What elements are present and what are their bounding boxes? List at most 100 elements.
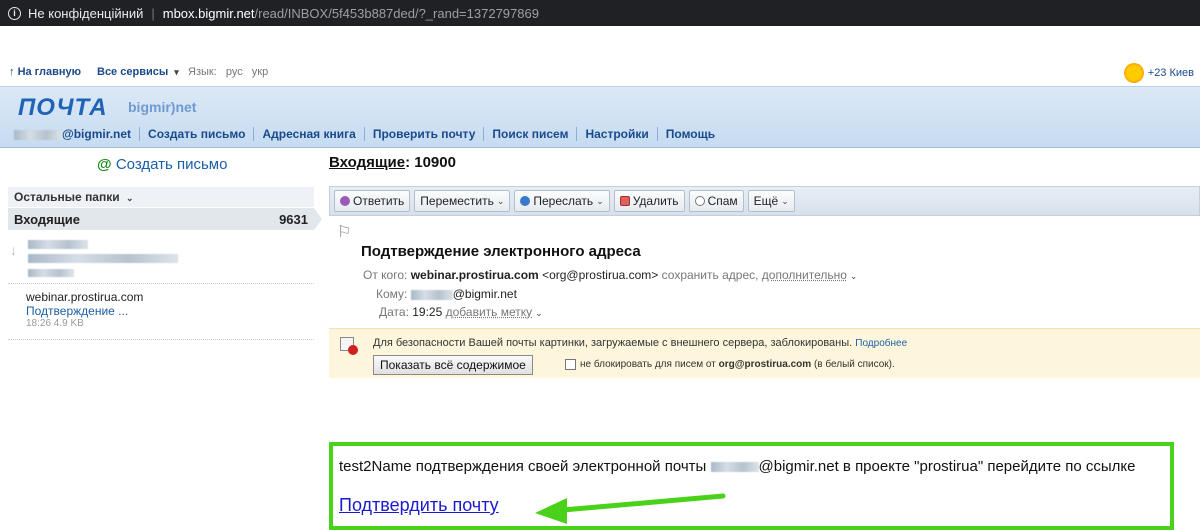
chevron-down-icon: ▾ (174, 67, 179, 77)
url-path: /read/INBOX/5f453b887ded/?_rand=13727978… (254, 5, 539, 21)
home-link-label: На главную (17, 66, 82, 78)
to-suffix: @bigmir.net (452, 287, 517, 301)
other-folders-label: Остальные папки (14, 190, 120, 204)
info-icon[interactable]: i (8, 6, 21, 20)
message-view: ⚐ Подтверждение электронного адреса От к… (329, 216, 1200, 530)
images-blocked-banner: Для безопасности Вашей почты картинки, з… (329, 328, 1200, 378)
language-uk[interactable]: укр (252, 66, 268, 78)
chevron-down-icon: ⌄ (781, 195, 789, 206)
url-host: mbox.bigmir.net (162, 5, 255, 21)
show-all-button[interactable]: Показать всё содержимое (373, 355, 533, 375)
blocked-image-icon (340, 337, 358, 355)
block-icon (694, 196, 705, 206)
services-label: Все сервисы (97, 66, 169, 78)
folder-inbox-label: Входящие (14, 212, 80, 227)
add-label-link[interactable]: добавить метку (446, 305, 533, 319)
no-block-email: org@prostirua.com (718, 359, 812, 370)
sun-icon (1123, 63, 1144, 83)
inbox-title-link[interactable]: Входящие (329, 154, 405, 171)
language-label: Язык: (188, 66, 217, 78)
no-block-option: не блокировать для писем от org@prostiru… (565, 359, 895, 370)
home-link[interactable]: ↑ На главную (9, 66, 81, 78)
date-label: Дата: (379, 305, 409, 319)
message-meta: 18:26 4.9 KB (26, 318, 84, 329)
move-label: Переместить (420, 194, 494, 208)
more-button[interactable]: Ещё ⌄ (747, 190, 795, 212)
message-body: test2Name подтверждения своей электронно… (329, 442, 1174, 530)
account-suffix: @bigmir.net (62, 127, 132, 141)
reply-arrow-icon: ↓ (10, 242, 17, 258)
move-button[interactable]: Переместить ⌄ (414, 190, 511, 212)
menu-address-book[interactable]: Адресная книга (254, 127, 365, 141)
from-name[interactable]: webinar.prostirua.com (411, 268, 539, 282)
sidebar: @ Создать письмо Остальные папки ⌄ Входя… (0, 150, 322, 481)
redacted-meta (28, 269, 74, 277)
compose-link[interactable]: @ Создать письмо (97, 156, 227, 173)
chevron-down-icon: ⌄ (535, 308, 543, 318)
at-icon: @ (97, 156, 112, 173)
more-label: Ещё (753, 194, 779, 208)
message-toolbar: Ответить Переместить ⌄ Переслать ⌄ Удалить… (329, 186, 1200, 216)
mail-header: ПОЧТА bigmir)net @bigmir.net Создать пис… (0, 86, 1200, 148)
save-address-link[interactable]: сохранить адрес, (662, 268, 759, 282)
flag-icon[interactable]: ⚐ (337, 222, 351, 242)
spam-button[interactable]: Спам (688, 190, 744, 212)
body-text-suffix: @bigmir.net в проекте "prostirua" перейд… (758, 458, 1136, 475)
page-title: Входящие: 10900 (329, 154, 456, 171)
banner-message: Для безопасности Вашей почты картинки, з… (373, 337, 853, 349)
compose-label: Создать письмо (115, 156, 228, 173)
date-row: Дата: 19:25 добавить метку ⌄ (379, 305, 543, 319)
security-label: Не конфіденційний (28, 5, 144, 21)
list-item[interactable]: ↓ (8, 236, 314, 284)
list-item[interactable]: webinar.prostirua.com Подтверждение ... … (8, 288, 314, 340)
reply-icon (340, 196, 350, 206)
no-block-suffix: (в белый список). (813, 359, 895, 370)
bigmir-logo[interactable]: bigmir)net (128, 99, 196, 115)
menu-check-mail[interactable]: Проверить почту (365, 127, 485, 141)
banner-text: Для безопасности Вашей почты картинки, з… (373, 337, 907, 349)
account-name[interactable]: @bigmir.net (14, 127, 141, 141)
menu-help[interactable]: Помощь (658, 127, 723, 141)
reply-button[interactable]: Ответить (334, 190, 411, 212)
more-info-link[interactable]: Подробнее (855, 338, 907, 349)
services-menu[interactable]: Все сервисы ▾ (97, 66, 179, 78)
reply-label: Ответить (353, 194, 405, 208)
message-sender: webinar.prostirua.com (26, 290, 144, 304)
redacted-sender (28, 240, 88, 249)
no-block-checkbox[interactable] (565, 359, 576, 370)
mail-logo[interactable]: ПОЧТА (18, 94, 108, 122)
body-text: test2Name подтверждения своей электронно… (339, 458, 1135, 475)
folder-inbox[interactable]: Входящие 9631 (8, 208, 322, 230)
forward-button[interactable]: Переслать ⌄ (514, 190, 610, 212)
confirm-email-link[interactable]: Подтвердить почту (339, 495, 499, 516)
language-ru[interactable]: рус (226, 66, 243, 78)
inbox-title-count: : 10900 (405, 154, 456, 171)
language-switch: Язык: рус укр (188, 66, 274, 78)
menu-settings[interactable]: Настройки (577, 127, 658, 141)
delete-button[interactable]: Удалить (613, 190, 685, 212)
browser-address-bar[interactable]: i Не конфіденційний | mbox.bigmir.net/re… (0, 0, 1200, 26)
header-menu: @bigmir.net Создать письмо Адресная книг… (14, 127, 723, 141)
date-value: 19:25 (412, 305, 443, 319)
separator: | (151, 5, 155, 21)
message-subject-heading: Подтверждение электронного адреса (361, 243, 641, 260)
forward-label: Переслать (533, 194, 594, 208)
menu-search[interactable]: Поиск писем (484, 127, 578, 141)
weather-widget[interactable]: +23 Киев (1123, 63, 1194, 83)
from-email: <org@prostirua.com> (542, 268, 659, 282)
menu-compose[interactable]: Создать письмо (140, 127, 255, 141)
spam-label: Спам (707, 194, 738, 208)
trash-icon (619, 196, 630, 206)
from-label: От кого: (363, 268, 408, 282)
folder-inbox-count: 9631 (279, 212, 308, 227)
redacted-email (710, 462, 759, 473)
main-panel: Входящие: 10900 Ответить Переместить ⌄ Пе… (329, 150, 1200, 530)
from-row: От кого: webinar.prostirua.com <org@pros… (363, 268, 857, 282)
more-details-link[interactable]: дополнительно (762, 268, 847, 282)
green-arrow-annotation (535, 493, 726, 524)
body-text-prefix: test2Name подтверждения своей электронно… (339, 458, 707, 475)
other-folders-toggle[interactable]: Остальные папки ⌄ (8, 187, 314, 207)
redacted-username (14, 129, 62, 140)
no-block-prefix: не блокировать для писем от (580, 359, 716, 370)
chevron-down-icon: ⌄ (596, 195, 604, 206)
